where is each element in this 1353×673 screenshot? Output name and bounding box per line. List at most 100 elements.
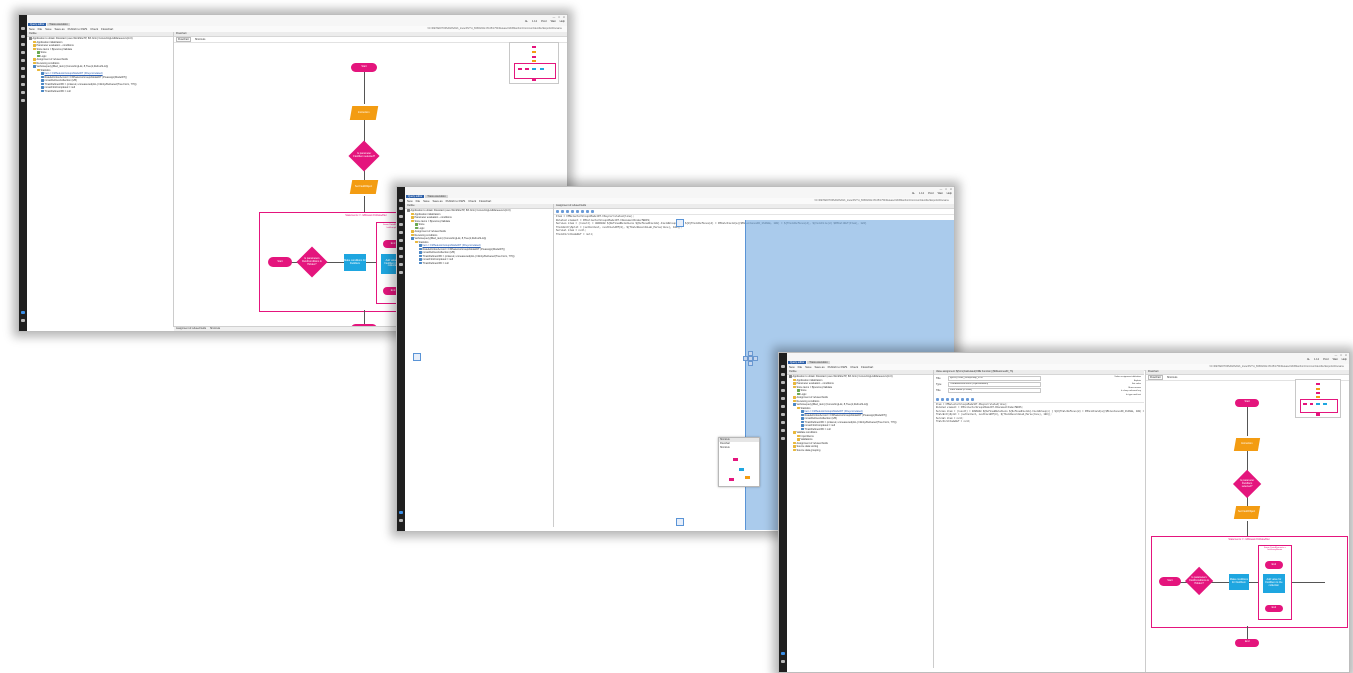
- minimize-button[interactable]: —: [940, 188, 943, 191]
- new-button[interactable]: New: [29, 27, 35, 31]
- flow-mid_end[interactable]: End: [1264, 604, 1284, 612]
- code-tool-icon[interactable]: [946, 398, 949, 401]
- property-option[interactable]: Is sharp relevant key: [1121, 390, 1141, 392]
- property-option[interactable]: Explain: [1134, 380, 1141, 382]
- new-button[interactable]: New: [407, 199, 413, 203]
- code-tool-icon[interactable]: [586, 210, 589, 213]
- save-as-button[interactable]: Save as: [55, 27, 65, 31]
- sidebar-icon[interactable]: [21, 35, 25, 38]
- new-button[interactable]: New: [789, 365, 795, 369]
- code-tool-icon[interactable]: [566, 210, 569, 213]
- flow-decision[interactable]: Is parameter FieldItem selected?: [348, 140, 380, 172]
- bottom-tab[interactable]: Assignment of refused fields: [176, 327, 206, 330]
- flow-mid_end[interactable]: End: [1264, 561, 1284, 569]
- file-button[interactable]: File: [38, 27, 43, 31]
- publish-button[interactable]: Publish to DWS: [68, 27, 88, 31]
- account-action[interactable]: Help: [947, 192, 952, 195]
- sidebar-icon[interactable]: [399, 271, 403, 274]
- settings-icon[interactable]: [399, 519, 403, 522]
- code-tool-icon[interactable]: [966, 398, 969, 401]
- maximize-button[interactable]: □: [945, 188, 947, 191]
- sidebar-icon[interactable]: [21, 67, 25, 70]
- sidebar-icon[interactable]: [781, 365, 785, 368]
- minimap-viewport[interactable]: [1299, 398, 1339, 414]
- save-as-button[interactable]: Save as: [815, 365, 825, 369]
- flow-param2[interactable]: Set FieldObject: [1234, 506, 1261, 520]
- flow-param1[interactable]: Instruction: [1234, 438, 1261, 451]
- account-action[interactable]: Help: [560, 20, 565, 23]
- account-action[interactable]: 1.12: [532, 20, 537, 23]
- bottom-tab[interactable]: Shortcuts: [210, 327, 220, 330]
- account-action[interactable]: Wait: [1333, 358, 1338, 361]
- flow-start[interactable]: Start: [1235, 398, 1260, 407]
- sidebar-icon[interactable]: [399, 223, 403, 226]
- account-action[interactable]: Wait: [938, 192, 943, 195]
- code-tool-icon[interactable]: [581, 210, 584, 213]
- subtab[interactable]: Flowchart: [1148, 375, 1163, 380]
- sidebar-icon[interactable]: [781, 373, 785, 376]
- close-button[interactable]: ✕: [950, 188, 952, 191]
- minimap[interactable]: [509, 42, 559, 84]
- maximize-button[interactable]: □: [558, 16, 560, 19]
- property-option[interactable]: Show reason: [1128, 387, 1141, 389]
- maximize-button[interactable]: □: [1340, 354, 1342, 357]
- code-tool-icon[interactable]: [941, 398, 944, 401]
- dock-center-indicator[interactable]: [743, 351, 758, 366]
- sidebar-icon[interactable]: [399, 231, 403, 234]
- code-tool-icon[interactable]: [971, 398, 974, 401]
- flow-param1[interactable]: Instruction: [349, 106, 379, 120]
- minimize-button[interactable]: —: [1335, 354, 1338, 357]
- account-action[interactable]: Wait: [551, 20, 556, 23]
- flow-decision[interactable]: Is parameter FieldItem selected?: [1232, 469, 1262, 499]
- flow-process[interactable]: Make conditions for FieldItem: [344, 254, 366, 271]
- sidebar-icon[interactable]: [399, 239, 403, 242]
- sidebar-icon[interactable]: [399, 199, 403, 202]
- sidebar-icon[interactable]: [21, 83, 25, 86]
- subtab[interactable]: Flowchart: [176, 37, 191, 42]
- flow-process[interactable]: Make conditions for FieldItem: [1228, 574, 1250, 590]
- subtab[interactable]: Shortcuts: [195, 38, 206, 41]
- account-action[interactable]: Prod: [541, 20, 546, 23]
- minimize-button[interactable]: —: [553, 16, 556, 19]
- code-tool-icon[interactable]: [951, 398, 954, 401]
- property-value[interactable]: Field Status (in order): [948, 388, 1041, 393]
- code-tool-icon[interactable]: [556, 210, 559, 213]
- sidebar-icon[interactable]: [21, 99, 25, 102]
- window-controls[interactable]: — □ ✕: [937, 188, 952, 191]
- code-tool-icon[interactable]: [571, 210, 574, 213]
- sidebar-icon[interactable]: [21, 91, 25, 94]
- check-button[interactable]: Check: [850, 365, 858, 369]
- float-tab[interactable]: Shortcuts: [719, 446, 759, 450]
- save-button[interactable]: Save: [423, 199, 429, 203]
- sidebar-icon[interactable]: [399, 215, 403, 218]
- code-tool-icon[interactable]: [956, 398, 959, 401]
- flowchart-button[interactable]: Flowchart: [861, 365, 873, 369]
- code-tool-icon[interactable]: [961, 398, 964, 401]
- flow-end[interactable]: End: [1235, 638, 1260, 647]
- sidebar-icon[interactable]: [21, 75, 25, 78]
- account-actions[interactable]: AL 1.12 Prod Wait Help: [521, 20, 565, 23]
- account-action[interactable]: Help: [1342, 358, 1347, 361]
- code-line[interactable]: TCalcFirstCodeRef = null;: [934, 420, 1144, 423]
- flow-loop_start[interactable]: Start: [268, 257, 292, 267]
- sidebar-icon[interactable]: [399, 263, 403, 266]
- settings-icon[interactable]: [21, 319, 25, 322]
- account-action[interactable]: AL: [525, 20, 528, 23]
- minimap-viewport[interactable]: [514, 63, 556, 79]
- minimap[interactable]: [1294, 379, 1341, 418]
- account-action[interactable]: Prod: [1323, 358, 1328, 361]
- account-actions[interactable]: AL 1.12 Prod Wait Help: [908, 192, 952, 195]
- check-button[interactable]: Check: [90, 27, 98, 31]
- save-button[interactable]: Save: [45, 27, 51, 31]
- window-controls[interactable]: — □ ✕: [1332, 354, 1347, 357]
- floating-shortcuts-panel[interactable]: Shortcuts Flowchart Shortcuts: [718, 437, 760, 487]
- flow-inner_process[interactable]: Add value for FieldItem to the collectio…: [1262, 574, 1285, 593]
- check-button[interactable]: Check: [468, 199, 476, 203]
- save-button[interactable]: Save: [805, 365, 811, 369]
- account-actions[interactable]: AL 1.12 Prod Wait Help: [1303, 358, 1347, 361]
- tree-item[interactable]: TCalcDefinesOfD = null: [405, 262, 553, 266]
- flowchart-button[interactable]: Flowchart: [479, 199, 491, 203]
- sidebar-icon[interactable]: [399, 255, 403, 258]
- sidebar-icon[interactable]: [399, 207, 403, 210]
- sidebar-icon[interactable]: [21, 27, 25, 30]
